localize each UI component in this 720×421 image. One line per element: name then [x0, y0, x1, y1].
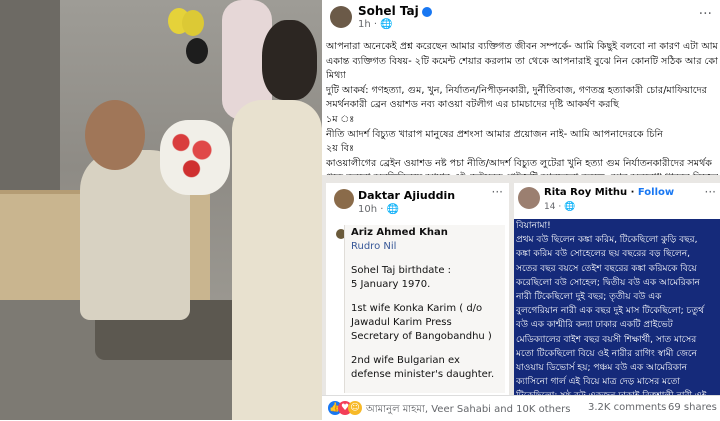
photo — [0, 0, 322, 420]
balloon-yellow-2 — [182, 10, 204, 36]
comment-author[interactable]: Daktar Ajiuddin — [358, 189, 455, 202]
balloon-black — [186, 38, 208, 64]
post-body-line: ১ম ঃ — [326, 113, 355, 125]
quoted-line: 5 January 1970. — [351, 279, 431, 290]
reaction-bar: 👍 ♥ ☺ আমানুল মাহমা, Veer Sahabi and 10K … — [322, 395, 720, 421]
post-body-line: মিথ্যা — [326, 70, 346, 82]
post-body-line: আপনারা অনেকেই প্রশ্ন করেছেন আমার ব্যক্তি… — [326, 41, 718, 52]
more-options-icon[interactable]: ··· — [699, 6, 712, 22]
post-time[interactable]: 1h · 🌐 — [358, 19, 393, 30]
comment-body-line: সতের বছর বয়সে তেইশ বছরের কঙ্কা করিমকে ব… — [516, 263, 697, 274]
reactions-text[interactable]: আমানুল মাহমা, Veer Sahabi and 10K others — [366, 402, 570, 419]
quoted-line: 1st wife Konka Karim ( d/o — [351, 303, 483, 314]
quoted-author[interactable]: Ariz Ahmed Khan — [351, 227, 448, 238]
comment-body-line: নারী টিকেছিলো দুই বছর; তৃতীয় বউ এক — [516, 292, 662, 303]
comment-body-line: মেডিক্যালের বাইশ বছর বয়সী শিক্ষার্থী, স… — [516, 334, 697, 345]
comment-author[interactable]: Rita Roy Mithu · Follow — [544, 187, 674, 198]
comment-body-line: প্রথম বউ ছিলেন কঙ্কা করিম, টিকেছিলো কুড়… — [516, 235, 698, 246]
comment-body-line: কঙ্কা করিম বউ সোহেলের ছয় বছরের বড় ছিলে… — [516, 249, 690, 260]
more-options-icon[interactable]: ··· — [492, 185, 503, 199]
follow-link[interactable]: Follow — [638, 187, 674, 198]
more-options-icon[interactable]: ··· — [705, 185, 716, 199]
screenshot-panel: Sohel Taj 1h · 🌐 ··· আপনারা অনেকেই প্রশ্… — [322, 0, 720, 421]
post-body-line: নীতি আদর্শ বিচ্যুত খারাপ মানুষের প্রশংসা… — [326, 128, 664, 140]
avatar[interactable] — [334, 189, 354, 209]
post-body-line: ২য় বিঃ — [326, 143, 355, 155]
verified-badge-icon — [421, 6, 432, 17]
globe-icon: 🌐 — [386, 204, 400, 215]
comments-count[interactable]: 3.2K comments — [588, 402, 666, 413]
comment-card-daktar: Daktar Ajiuddin 10h · 🌐 ··· Ariz Ahmed K… — [326, 183, 509, 395]
comment-card-rita: Rita Roy Mithu · Follow 14 · 🌐 ··· বিয়া… — [514, 183, 720, 401]
haha-icon: ☺ — [348, 401, 362, 415]
quoted-line: defense minister's daughter. — [351, 369, 495, 380]
quoted-line: Jawadul Karim Press — [351, 317, 452, 328]
comment-body: বিয়ানামা! প্রথম বউ ছিলেন কঙ্কা করিম, টিক… — [514, 219, 720, 401]
photo-woman-head — [262, 20, 317, 100]
comment-body-line: বিয়ানামা! — [516, 221, 551, 231]
globe-icon: 🌐 — [564, 202, 576, 212]
photo-man-head — [85, 100, 145, 170]
globe-icon: 🌐 — [380, 19, 393, 30]
comment-time[interactable]: 10h · 🌐 — [358, 204, 399, 215]
comment-time[interactable]: 14 · 🌐 — [544, 202, 575, 212]
avatar[interactable] — [518, 187, 540, 209]
photo-woman — [232, 100, 322, 420]
shares-count[interactable]: 69 shares — [668, 402, 717, 413]
quoted-line: Sohel Taj birthdate : — [351, 265, 452, 276]
quoted-line: 2nd wife Bulgarian ex — [351, 355, 460, 366]
comment-body-line: করেছিলো বউ সোহেল; দ্বিতীয় বউ এক আমেরিকা… — [516, 277, 700, 288]
post-author[interactable]: Sohel Taj — [358, 4, 432, 18]
post-body-line: সমর্থনকারী ব্রেন ওয়াশড নব্য কাওয়া বটলী… — [326, 99, 619, 111]
post-body-line: দুটি আকর্ষ: গণহত্যা, গুম, খুন, নির্যাতন/… — [326, 84, 707, 96]
comment-body-line: বুলগেরিয়ান নারী এক বছর দুই মাস টিকেছিলো… — [516, 306, 704, 317]
quoted-comment: Ariz Ahmed Khan Rudro Nil Sohel Taj birt… — [344, 225, 505, 393]
post-header: Sohel Taj 1h · 🌐 ··· — [322, 0, 720, 34]
photo-bouquet — [160, 120, 230, 195]
post-body-line: কাওয়ালীগের ব্রেইন ওয়াশড নষ্ট পচা নীতি/… — [326, 157, 712, 169]
comment-body-line: ক্যাসিনো গার্ল এই বিয়ে মাত্র দেড় মাসের… — [516, 377, 681, 388]
avatar[interactable] — [330, 6, 352, 28]
quoted-tag[interactable]: Rudro Nil — [351, 241, 396, 252]
quoted-line: Secretary of Bangobandhu ) — [351, 331, 492, 342]
comment-body-line: বউ এক কাশ্মীরি কন্যা ঢাকার একটি প্রাইভেট — [516, 320, 673, 331]
comment-body-line: যাওয়ায় ডিভোর্স হয়; পঞ্চম বউ এক আমেরিক… — [516, 363, 687, 374]
comment-header: Rita Roy Mithu · Follow 14 · 🌐 ··· — [514, 183, 720, 219]
comment-body-line: মতো টিকেছিলো বিয়ে ওই নারীর রাগিং স্বামী… — [516, 348, 697, 359]
post-body-line: একান্ত ব্যক্তিগত বিষয়- ২টি কমেন্ট শেয়া… — [326, 55, 718, 67]
reaction-icons[interactable]: 👍 ♥ ☺ — [328, 401, 362, 415]
